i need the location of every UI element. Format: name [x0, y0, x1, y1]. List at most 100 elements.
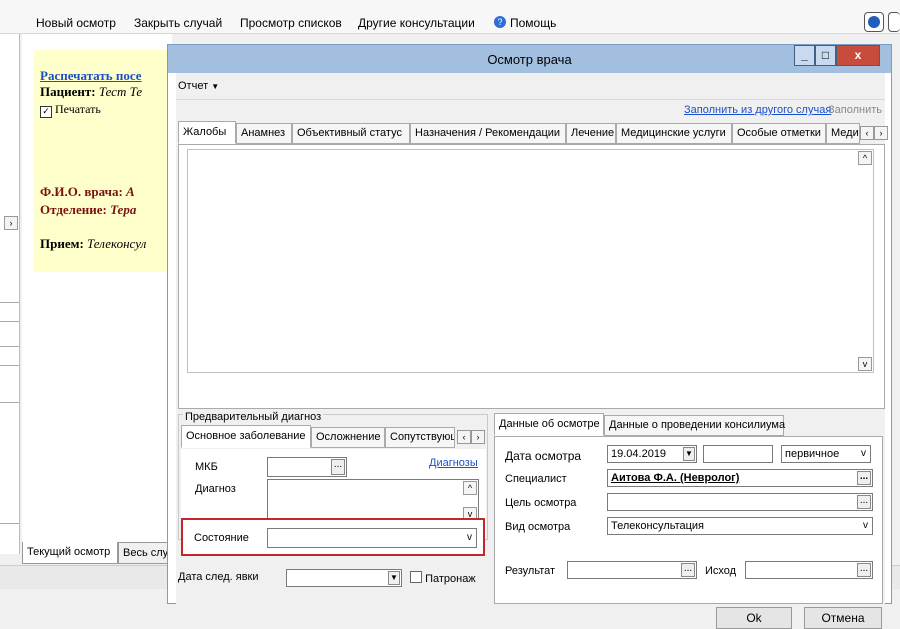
tab-current-exam[interactable]: Текущий осмотр	[22, 542, 118, 564]
close-button[interactable]: x	[836, 45, 880, 66]
tabs-scroll-left[interactable]: ‹	[860, 126, 874, 140]
state-highlight: Состояние v	[181, 518, 485, 556]
reception-value: Телеконсул	[87, 236, 147, 251]
maximize-button[interactable]: □	[815, 45, 836, 66]
menu-new-exam[interactable]: Новый осмотр	[36, 16, 116, 30]
ellipsis-icon[interactable]: ...	[857, 563, 871, 577]
tab-prescriptions[interactable]: Назначения / Рекомендации	[410, 123, 566, 144]
purpose-field[interactable]: ...	[607, 493, 873, 511]
next-visit-date[interactable]: ▼	[286, 569, 402, 587]
reception-label: Прием:	[40, 236, 84, 251]
tab-special-notes[interactable]: Особые отметки	[732, 123, 826, 144]
exam-date-value: 19.04.2019	[611, 448, 667, 460]
tab-concomitant[interactable]: Сопутствующ	[385, 427, 455, 448]
specialist-field[interactable]: Аитова Ф.А. (Невролог)...	[607, 469, 873, 487]
patronage-checkbox[interactable]	[410, 571, 422, 583]
dropdown-arrow-icon: ▼	[211, 82, 220, 91]
exam-kind-value: Телеконсультация	[611, 520, 705, 532]
dialog-titlebar: Осмотр врача _ □ x	[168, 45, 891, 73]
cancel-button[interactable]: Отмена	[804, 607, 882, 629]
dialog-title: Осмотр врача	[487, 52, 572, 67]
patronage-row[interactable]: Патронаж	[410, 571, 476, 585]
print-checkbox[interactable]: ✓	[40, 106, 52, 118]
dept-value: Тера	[110, 202, 137, 217]
scroll-down-icon[interactable]: v	[858, 357, 872, 371]
exam-date-field[interactable]: 19.04.2019 ▼	[607, 445, 697, 463]
report-menu[interactable]: Отчет ▼	[178, 80, 219, 92]
user-icon-button[interactable]	[864, 12, 884, 32]
exam-tabs: Данные об осмотре Данные о проведении ко…	[494, 413, 883, 437]
tab-more[interactable]: Меди	[826, 123, 860, 144]
extra-icon-button[interactable]	[888, 12, 900, 32]
exam-panel: Дата осмотра 19.04.2019 ▼ первичное v Спец…	[494, 436, 883, 604]
menu-view-lists[interactable]: Просмотр списков	[240, 16, 342, 30]
state-select[interactable]: v	[267, 528, 477, 548]
left-panel: ›	[0, 34, 20, 554]
prelim-group-label: Предварительный диагноз	[183, 411, 324, 423]
print-checkbox-label: Печатать	[55, 102, 101, 116]
menu-other-consults[interactable]: Другие консультации	[358, 16, 475, 30]
fill-from-other-case-link[interactable]: Заполнить из другого случая	[684, 104, 831, 116]
tab-whole-case[interactable]: Весь слу	[118, 542, 174, 564]
reception-line: Прием: Телеконсул	[40, 236, 146, 252]
help-icon: ?	[494, 16, 506, 28]
specialist-label: Специалист	[505, 473, 567, 485]
calendar-dropdown-icon[interactable]: ▼	[388, 571, 400, 585]
tab-complication[interactable]: Осложнение	[311, 427, 385, 448]
outcome-field[interactable]: ...	[745, 561, 873, 579]
ellipsis-icon[interactable]: ...	[857, 495, 871, 509]
tabs-scroll-right[interactable]: ›	[874, 126, 888, 140]
ellipsis-icon[interactable]: ...	[331, 459, 345, 475]
print-checkbox-row[interactable]: ✓ Печатать	[40, 102, 101, 118]
next-visit-label: Дата след. явки	[178, 571, 259, 583]
prelim-tabs: Основное заболевание Осложнение Сопутств…	[181, 425, 486, 449]
ellipsis-icon[interactable]: ...	[681, 563, 695, 577]
tab-medical-services[interactable]: Медицинские услуги	[616, 123, 732, 144]
exam-kind-label: Вид осмотра	[505, 521, 571, 533]
prelim-tabs-scroll-left[interactable]: ‹	[457, 430, 471, 444]
doctor-line: Ф.И.О. врача: А	[40, 184, 135, 200]
ellipsis-icon[interactable]: ...	[857, 471, 871, 485]
visit-summary-panel: Распечатать посе Пациент: Тест Те ✓ Печа…	[34, 50, 174, 272]
tab-exam-data[interactable]: Данные об осмотре	[494, 413, 604, 436]
fill-label: Заполнить	[828, 104, 883, 116]
chevron-down-icon: v	[863, 520, 868, 531]
expand-arrow[interactable]: ›	[4, 216, 18, 230]
mkb-field[interactable]: ...	[267, 457, 347, 477]
diagnosis-textarea[interactable]: ^ v	[267, 479, 479, 523]
menu-help[interactable]: Помощь	[510, 16, 556, 30]
dialog-body: Отчет ▼ Заполнить из другого случая Запо…	[176, 73, 888, 629]
outcome-label: Исход	[705, 565, 737, 577]
calendar-dropdown-icon[interactable]: ▼	[683, 447, 695, 461]
result-field[interactable]: ...	[567, 561, 697, 579]
patient-label: Пациент:	[40, 84, 96, 99]
menu-close-case[interactable]: Закрыть случай	[134, 16, 222, 30]
tab-anamnesis[interactable]: Анамнез	[236, 123, 292, 144]
doctor-exam-dialog: Осмотр врача _ □ x Отчет ▼ Заполнить из …	[167, 44, 892, 629]
diagnoses-link[interactable]: Диагнозы	[429, 457, 478, 469]
purpose-label: Цель осмотра	[505, 497, 577, 509]
exam-kind-select[interactable]: Телеконсультация v	[607, 517, 873, 535]
tab-main-disease[interactable]: Основное заболевание	[181, 425, 311, 448]
scroll-up-icon[interactable]: ^	[858, 151, 872, 165]
doctor-label: Ф.И.О. врача:	[40, 184, 123, 199]
left-row-1	[0, 302, 19, 322]
print-visit-link[interactable]: Распечатать посе	[40, 68, 142, 84]
tab-treatment[interactable]: Лечение	[566, 123, 616, 144]
complaints-textarea[interactable]: ^ v	[187, 149, 874, 373]
chevron-down-icon: v	[467, 532, 472, 543]
exam-type-select[interactable]: первичное v	[781, 445, 871, 463]
tab-consilium[interactable]: Данные о проведении консилиума	[604, 415, 785, 436]
ok-button[interactable]: Ok	[716, 607, 792, 629]
minimize-button[interactable]: _	[794, 45, 815, 66]
tab-objective-status[interactable]: Объективный статус	[292, 123, 410, 144]
tab-complaints[interactable]: Жалобы	[178, 121, 236, 144]
main-tabs: Жалобы Анамнез Объективный статус Назнач…	[178, 121, 888, 145]
background-tabs: Текущий осмотр Весь слу	[22, 542, 174, 564]
complaints-panel: ^ v	[178, 144, 885, 409]
exam-time-field[interactable]	[703, 445, 773, 463]
dept-label: Отделение:	[40, 202, 107, 217]
diag-scroll-up-icon[interactable]: ^	[463, 481, 477, 495]
exam-date-label: Дата осмотра	[505, 449, 582, 463]
prelim-tabs-scroll-right[interactable]: ›	[471, 430, 485, 444]
